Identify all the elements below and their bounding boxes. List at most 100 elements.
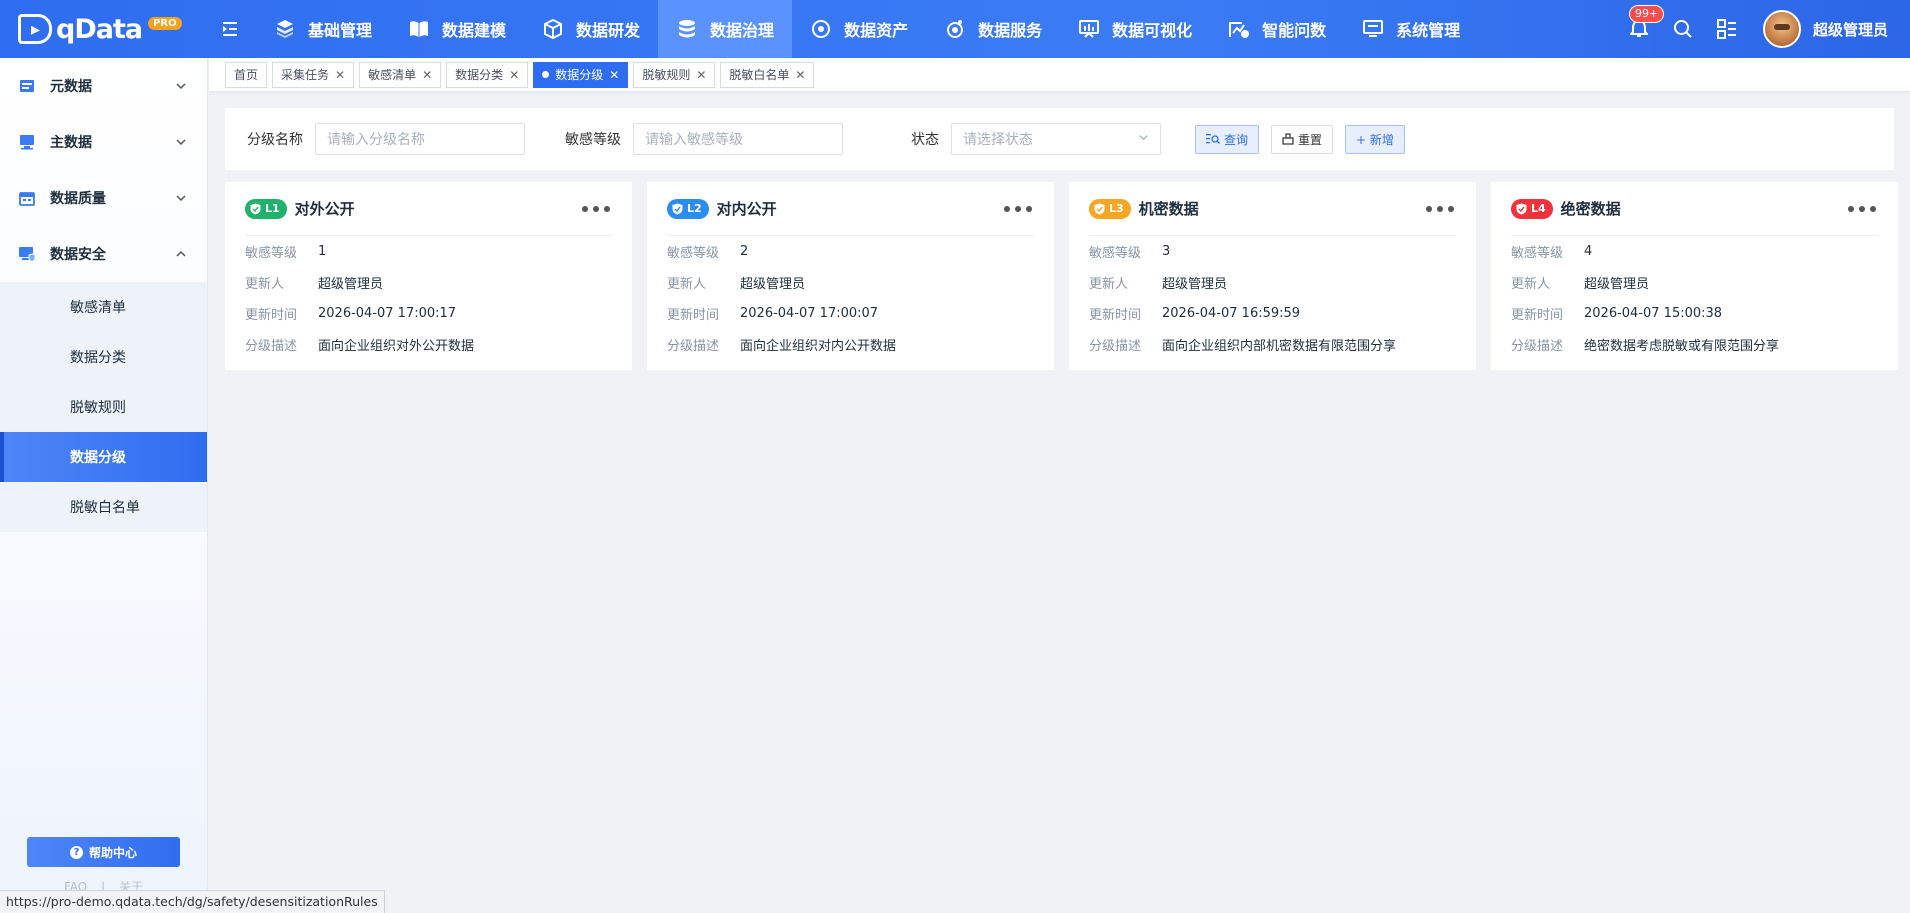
tab-desensitization-whitelist[interactable]: 脱敏白名单 ✕ bbox=[720, 61, 815, 88]
avatar[interactable] bbox=[1762, 10, 1801, 48]
nav-label: 数据资产 bbox=[844, 21, 909, 40]
question-icon: ? bbox=[69, 845, 83, 859]
close-icon[interactable]: ✕ bbox=[609, 68, 619, 82]
grade-card-l4[interactable]: L4 绝密数据 敏感等级 4 更新人 超级管理员 更新时间 2026-04-07 15… bbox=[1491, 182, 1898, 370]
level-value: 4 bbox=[1584, 244, 1593, 259]
tab-label: 采集任务 bbox=[281, 68, 330, 82]
close-icon[interactable]: ✕ bbox=[422, 68, 432, 82]
sensitivity-level-input[interactable]: 请输入敏感等级 bbox=[633, 123, 843, 155]
grade-card-l1[interactable]: L1 对外公开 敏感等级 1 更新人 超级管理员 更新时间 2026-04-07 17… bbox=[225, 182, 632, 370]
nav-basic-management[interactable]: 基础管理 bbox=[256, 0, 390, 58]
card-title: 对内公开 bbox=[716, 200, 777, 218]
nav-data-development[interactable]: 数据研发 bbox=[524, 0, 658, 58]
nav-label: 基础管理 bbox=[308, 21, 373, 40]
reset-icon bbox=[1282, 133, 1294, 145]
active-dot-icon bbox=[542, 71, 550, 78]
status-select[interactable]: 请选择状态 bbox=[951, 123, 1161, 155]
add-button[interactable]: + 新增 bbox=[1345, 124, 1405, 154]
cube-stack-icon bbox=[274, 18, 296, 40]
sidebar-group-dataquality[interactable]: 数据质量 bbox=[0, 170, 207, 226]
field-label: 敏感等级 bbox=[667, 246, 720, 261]
tab-data-grading[interactable]: 数据分级 ✕ bbox=[533, 61, 629, 88]
search-icon[interactable] bbox=[1672, 18, 1694, 40]
app-logo[interactable]: ▸ qData PRO bbox=[0, 0, 208, 58]
menu-fold-icon[interactable] bbox=[208, 0, 256, 58]
package-icon bbox=[542, 18, 564, 40]
grade-name-input[interactable]: 请输入分级名称 bbox=[315, 123, 525, 155]
help-center-label: 帮助中心 bbox=[88, 845, 137, 860]
nav-system-management[interactable]: 系统管理 bbox=[1344, 0, 1478, 58]
desc-value: 绝密数据考虑脱敏或有限范围分享 bbox=[1584, 339, 1780, 354]
level-badge-text: L3 bbox=[1109, 202, 1124, 215]
shield-icon bbox=[1094, 203, 1105, 215]
field-label: 更新人 bbox=[245, 277, 285, 292]
sensitivity-level-label: 敏感等级 bbox=[565, 132, 621, 148]
logo-d-icon: ▸ bbox=[18, 14, 52, 44]
field-label: 更新时间 bbox=[1511, 308, 1564, 323]
desc-value: 面向企业组织内部机密数据有限范围分享 bbox=[1162, 339, 1397, 354]
grade-card-l3[interactable]: L3 机密数据 敏感等级 3 更新人 超级管理员 更新时间 2026-04-07 16… bbox=[1069, 182, 1476, 370]
sidebar-group-masterdata[interactable]: 主数据 bbox=[0, 114, 207, 170]
monitor-icon bbox=[18, 133, 36, 151]
sidebar-item-desensitization-whitelist[interactable]: 脱敏白名单 bbox=[0, 482, 207, 532]
nav-label: 系统管理 bbox=[1396, 21, 1461, 40]
close-icon[interactable]: ✕ bbox=[509, 68, 519, 82]
sidebar-item-desensitization-rules[interactable]: 脱敏规则 bbox=[0, 382, 207, 432]
nav-data-assets[interactable]: 数据资产 bbox=[792, 0, 926, 58]
nav-data-visualization[interactable]: 数据可视化 bbox=[1060, 0, 1210, 58]
more-icon[interactable] bbox=[1004, 205, 1032, 212]
grade-card-l2[interactable]: L2 对内公开 敏感等级 2 更新人 超级管理员 更新时间 2026-04-07 17… bbox=[647, 182, 1054, 370]
tab-desensitization-rules[interactable]: 脱敏规则 ✕ bbox=[633, 61, 716, 88]
tab-sensitive-list[interactable]: 敏感清单 ✕ bbox=[359, 61, 442, 88]
tab-label: 脱敏规则 bbox=[642, 68, 691, 82]
logo-mark: ▸ qData bbox=[18, 13, 143, 45]
more-icon[interactable] bbox=[1426, 205, 1454, 212]
tab-home[interactable]: 首页 bbox=[225, 61, 268, 88]
tab-data-classification[interactable]: 数据分类 ✕ bbox=[446, 61, 529, 88]
sidebar-group-metadata[interactable]: 元数据 bbox=[0, 58, 207, 114]
nav-label: 数据研发 bbox=[576, 21, 641, 40]
sidebar-group-datasecurity[interactable]: 数据安全 bbox=[0, 226, 207, 282]
tab-collection-task[interactable]: 采集任务 ✕ bbox=[272, 61, 355, 88]
more-icon[interactable] bbox=[1848, 205, 1876, 212]
database-icon bbox=[676, 18, 698, 40]
close-icon[interactable]: ✕ bbox=[335, 68, 345, 82]
help-center-button[interactable]: ? 帮助中心 bbox=[27, 837, 180, 867]
sidebar-submenu-datasecurity: 敏感清单 数据分类 脱敏规则 数据分级 脱敏白名单 bbox=[0, 282, 207, 532]
desc-value: 面向企业组织对外公开数据 bbox=[318, 339, 475, 354]
nav-data-governance[interactable]: 数据治理 bbox=[658, 0, 793, 58]
more-icon[interactable] bbox=[582, 205, 610, 212]
top-navbar: ▸ qData PRO 基础管理 数据建模 数据研发 数据治理 数据资产 数据服… bbox=[0, 0, 1910, 58]
grade-name-label: 分级名称 bbox=[247, 132, 303, 148]
nav-label: 数据治理 bbox=[710, 21, 775, 40]
field-label: 分级描述 bbox=[1089, 339, 1142, 354]
logo-text: qData bbox=[56, 13, 143, 45]
nav-smart-query[interactable]: 智能问数 bbox=[1210, 0, 1344, 58]
level-badge: L1 bbox=[245, 198, 287, 219]
username[interactable]: 超级管理员 bbox=[1813, 19, 1888, 40]
book-open-icon bbox=[408, 18, 430, 40]
reset-button[interactable]: 重置 bbox=[1271, 124, 1334, 154]
chevron-down-icon bbox=[175, 136, 187, 148]
nav-data-modeling[interactable]: 数据建模 bbox=[390, 0, 524, 58]
chevron-down-icon bbox=[175, 192, 187, 204]
updater-value: 超级管理员 bbox=[318, 277, 384, 292]
shield-icon bbox=[672, 203, 683, 215]
desc-value: 面向企业组织对内公开数据 bbox=[740, 339, 897, 354]
nav-data-service[interactable]: 数据服务 bbox=[926, 0, 1060, 58]
metadata-icon bbox=[18, 77, 36, 95]
tab-label: 首页 bbox=[234, 68, 259, 82]
layout-grid-icon[interactable] bbox=[1716, 18, 1738, 40]
notification-badge: 99+ bbox=[1628, 5, 1665, 23]
query-button[interactable]: 查询 bbox=[1195, 124, 1260, 154]
sidebar-group-label: 主数据 bbox=[50, 135, 92, 151]
card-title: 机密数据 bbox=[1138, 200, 1199, 218]
bell-icon[interactable]: 99+ bbox=[1628, 5, 1665, 40]
close-icon[interactable]: ✕ bbox=[795, 68, 805, 82]
updater-value: 超级管理员 bbox=[740, 277, 806, 292]
level-badge: L3 bbox=[1089, 198, 1131, 219]
sidebar-item-data-classification[interactable]: 数据分类 bbox=[0, 332, 207, 382]
sidebar-item-sensitive-list[interactable]: 敏感清单 bbox=[0, 282, 207, 332]
close-icon[interactable]: ✕ bbox=[696, 68, 706, 82]
sidebar-item-data-grading[interactable]: 数据分级 bbox=[0, 432, 207, 482]
